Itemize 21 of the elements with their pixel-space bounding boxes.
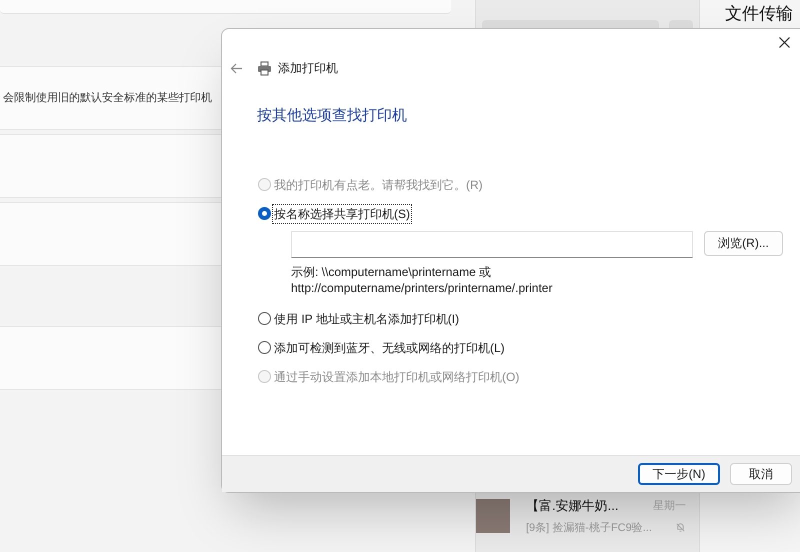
chat-preview: [9条] 捡漏猫-桃子FC9验... bbox=[526, 520, 652, 536]
radio-button[interactable] bbox=[258, 341, 271, 354]
example-text: http://computername/printers/printername/.printer bbox=[291, 280, 554, 296]
browse-button[interactable]: 浏览(R)... bbox=[704, 230, 783, 256]
radio-button[interactable] bbox=[258, 312, 271, 325]
chat-title: 文件传输 bbox=[725, 4, 793, 24]
dialog-heading: 按其他选项查找打印机 bbox=[257, 106, 407, 126]
option-label[interactable]: 按名称选择共享打印机(S) bbox=[273, 204, 411, 222]
group-avatar bbox=[476, 499, 510, 533]
dialog-button[interactable]: 下一步(N) bbox=[638, 463, 720, 485]
radio-button[interactable] bbox=[258, 207, 271, 220]
option-label[interactable]: 使用 IP 地址或主机名添加打印机(I) bbox=[273, 310, 460, 328]
option-label[interactable]: 添加可检测到蓝牙、无线或网络的打印机(L) bbox=[273, 338, 506, 356]
printer-icon bbox=[257, 60, 272, 76]
setting-description: 会限制使用旧的默认安全标准的某些打印机 bbox=[2, 90, 212, 106]
example-text: 示例: \\computername\printername 或 bbox=[291, 264, 492, 280]
dialog-title: 添加打印机 bbox=[278, 60, 338, 77]
back-arrow-icon[interactable] bbox=[230, 62, 243, 74]
dialog-button[interactable]: 取消 bbox=[730, 463, 792, 485]
chat-name[interactable]: 【富.安娜牛奶... bbox=[526, 496, 618, 516]
close-icon[interactable] bbox=[779, 37, 790, 48]
